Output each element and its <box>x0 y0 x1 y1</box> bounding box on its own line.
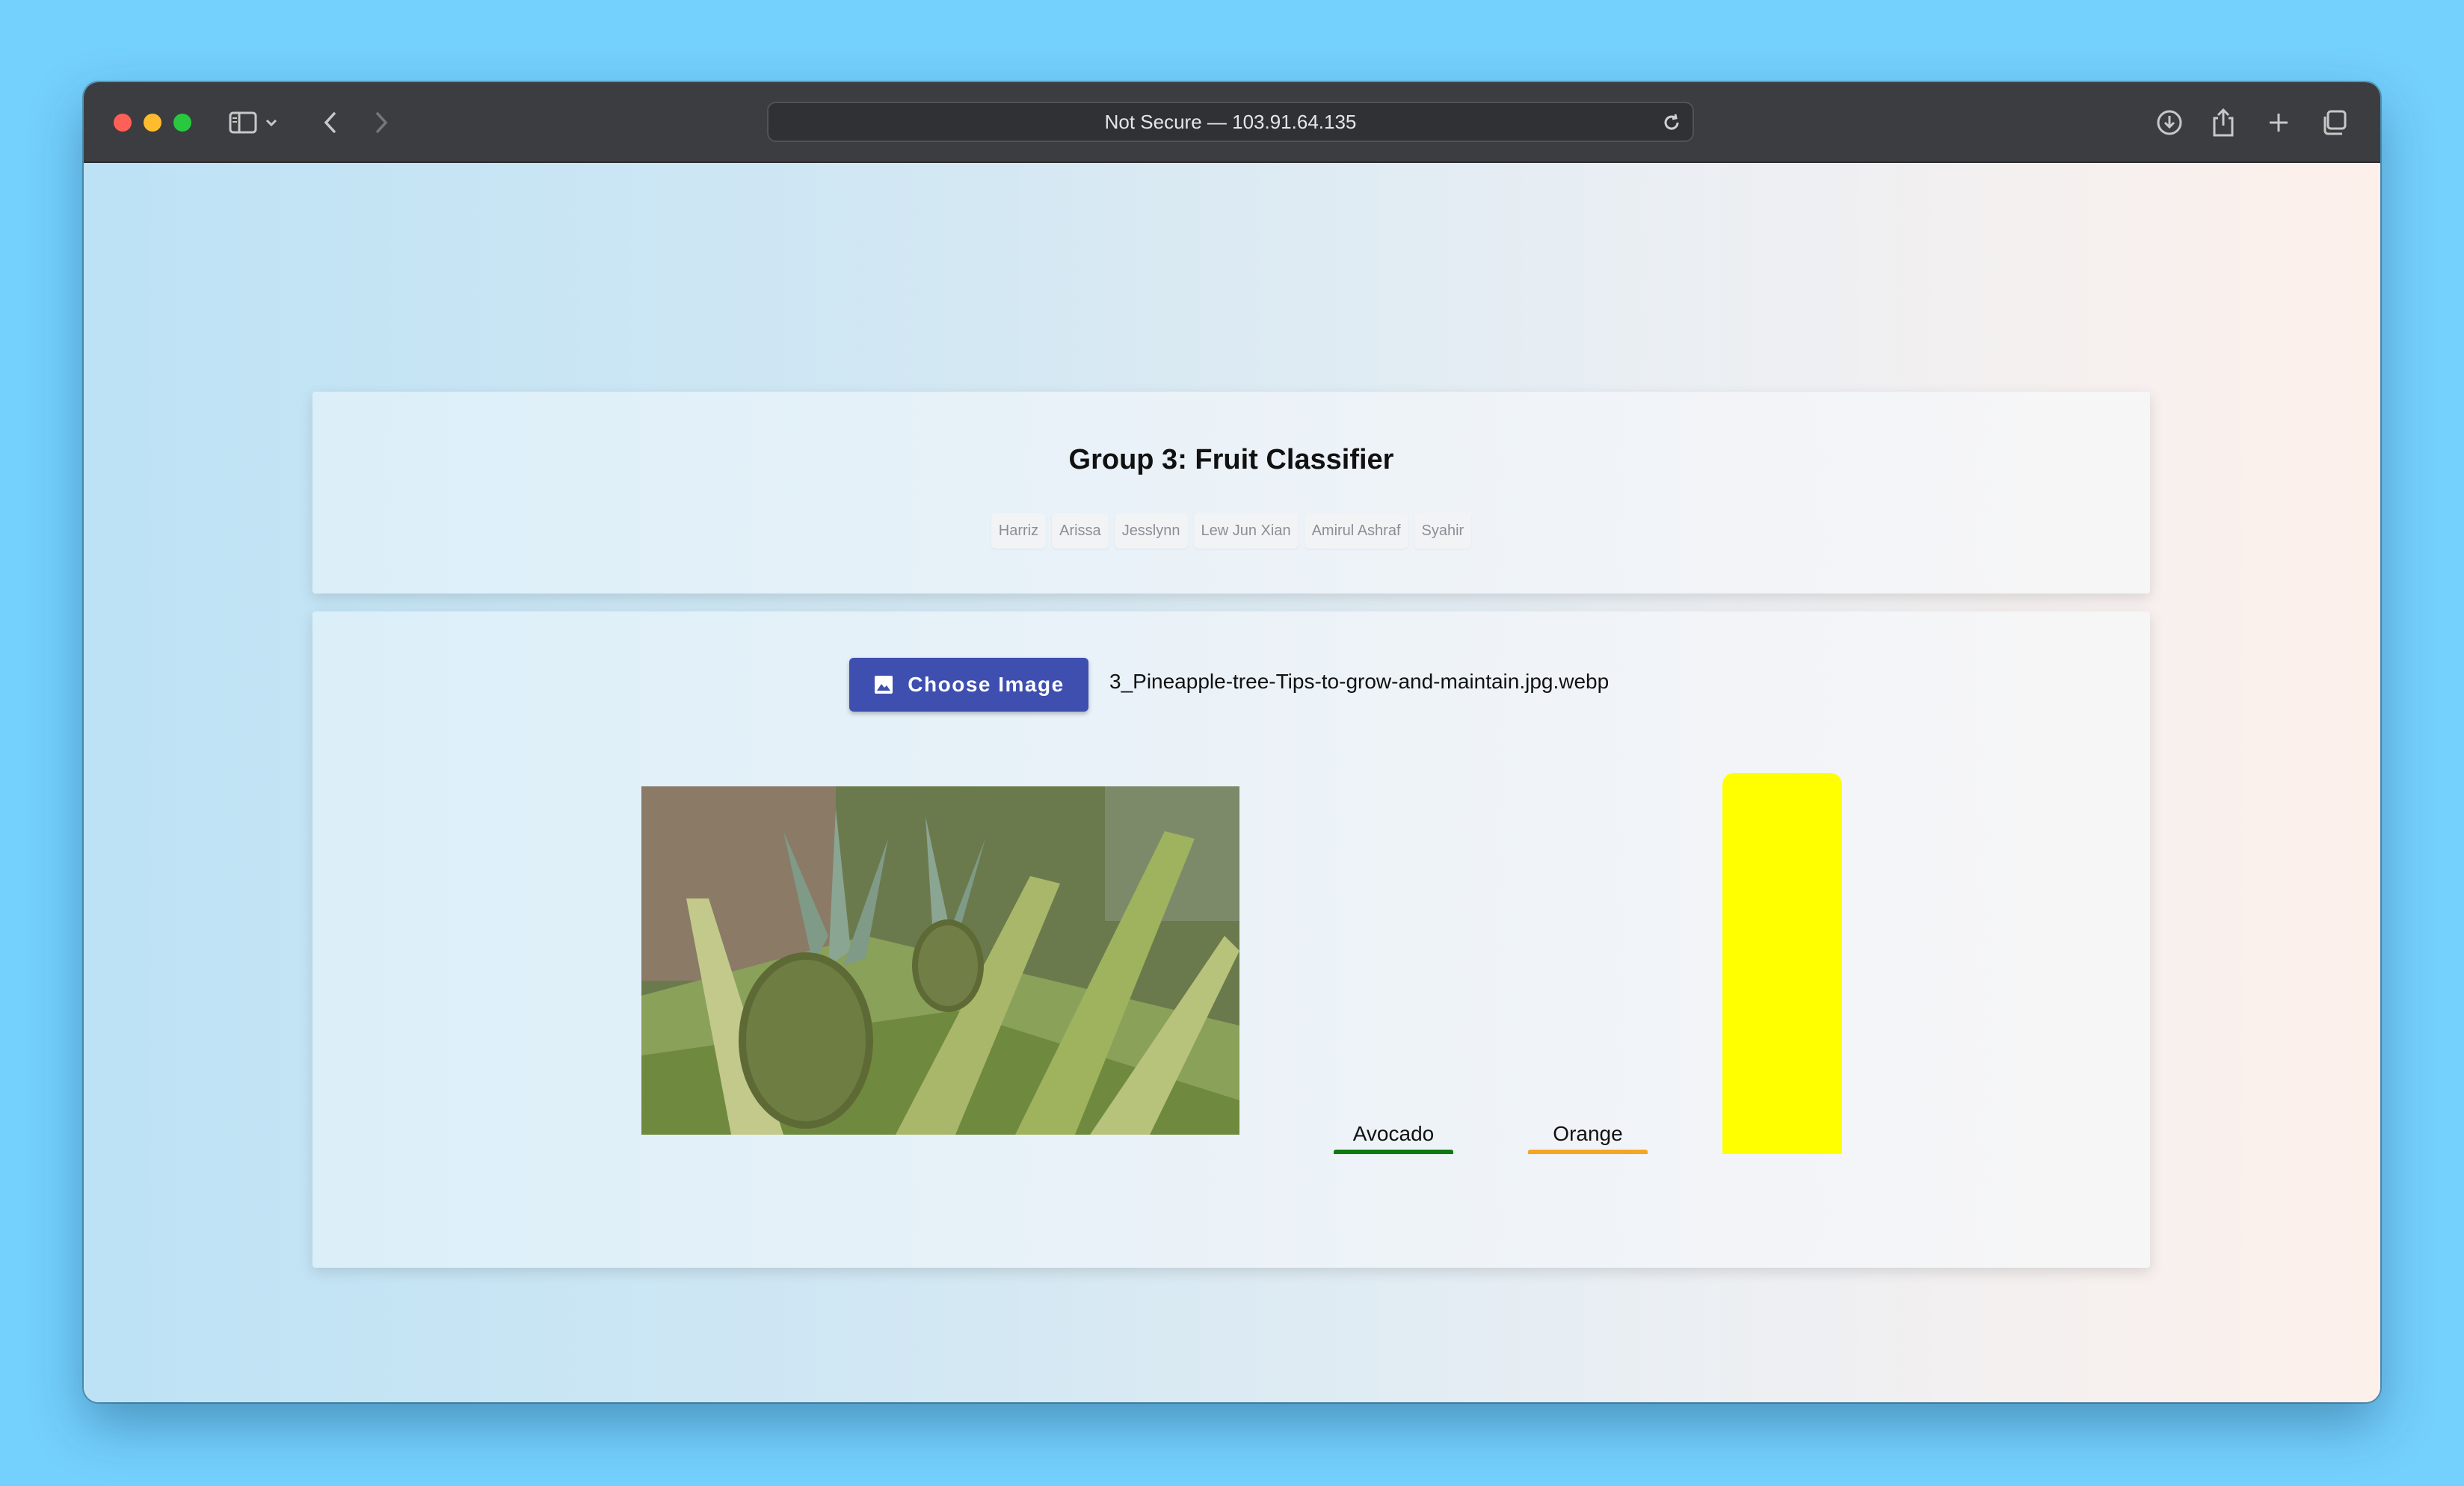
bar-avocado <box>1334 1150 1453 1154</box>
prediction-chart: AvocadoOrangePineapple <box>1314 745 1852 1187</box>
address-text: Not Secure — 103.91.64.135 <box>1104 111 1357 133</box>
uploaded-image-preview <box>641 786 1239 1135</box>
member-chips: Harriz Arissa Jesslynn Lew Jun Xian Amir… <box>312 513 2150 549</box>
bar-label-avocado: Avocado <box>1353 1122 1434 1145</box>
choose-image-label: Choose Image <box>908 673 1065 696</box>
forward-arrow-icon[interactable] <box>363 105 399 141</box>
image-icon <box>875 676 893 694</box>
chevron-down-icon[interactable] <box>260 105 283 141</box>
back-arrow-icon[interactable] <box>312 105 348 141</box>
browser-toolbar: Not Secure — 103.91.64.135 <box>84 82 2380 163</box>
choose-image-button[interactable]: Choose Image <box>849 658 1088 712</box>
member-chip: Arissa <box>1052 513 1109 549</box>
member-chip: Harriz <box>991 513 1047 549</box>
bar-label-orange: Orange <box>1553 1122 1622 1145</box>
page-title: Group 3: Fruit Classifier <box>1068 444 1394 475</box>
minimize-window-button[interactable] <box>144 114 161 132</box>
member-chip: Syahir <box>1414 513 1472 549</box>
page-viewport: Group 3: Fruit Classifier Harriz Arissa … <box>84 163 2380 1402</box>
share-icon[interactable] <box>2205 105 2241 141</box>
zoom-window-button[interactable] <box>173 114 191 132</box>
header-card: Group 3: Fruit Classifier Harriz Arissa … <box>312 392 2150 594</box>
member-chip: Jesslynn <box>1114 513 1188 549</box>
member-chip: Lew Jun Xian <box>1193 513 1299 549</box>
download-icon[interactable] <box>2152 105 2187 141</box>
selected-file-name: 3_Pineapple-tree-Tips-to-grow-and-mainta… <box>1109 670 1610 693</box>
close-window-button[interactable] <box>114 114 132 132</box>
classifier-card: Choose Image 3_Pineapple-tree-Tips-to-gr… <box>312 611 2150 1268</box>
reload-icon[interactable] <box>1661 112 1682 137</box>
new-tab-icon[interactable] <box>2261 105 2297 141</box>
sidebar-toggle-icon[interactable] <box>226 105 262 141</box>
browser-window: Not Secure — 103.91.64.135 Group 3: Frui… <box>84 82 2380 1402</box>
member-chip: Amirul Ashraf <box>1304 513 1408 549</box>
tab-overview-icon[interactable] <box>2316 105 2352 141</box>
address-bar[interactable]: Not Secure — 103.91.64.135 <box>767 102 1694 142</box>
bar-orange <box>1528 1150 1648 1154</box>
bar-pineapple <box>1722 773 1842 1154</box>
